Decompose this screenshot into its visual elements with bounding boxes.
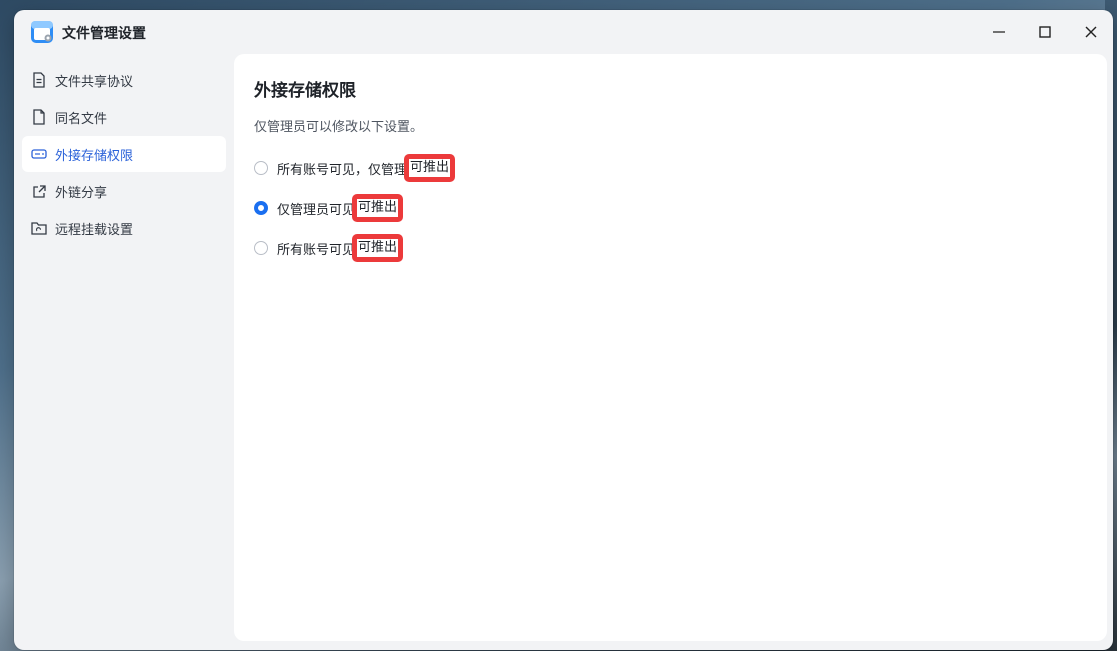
maximize-icon [1039,26,1051,38]
window-title: 文件管理设置 [62,26,146,42]
option-label: 所有账号可见 [277,242,356,258]
content-panel: 外接存储权限 仅管理员可以修改以下设置。 所有账号可见，仅管理 可推出 仅管理员… [234,54,1107,641]
radio-button-selected[interactable] [254,201,268,215]
close-button[interactable] [1076,18,1106,46]
maximize-button[interactable] [1030,18,1060,46]
folder-mount-icon [31,220,47,236]
sidebar-item-label: 文件共享协议 [55,74,134,90]
sidebar-item-external-storage[interactable]: 外接存储权限 [22,136,226,172]
drive-icon [31,146,47,162]
sidebar-item-remote-mount[interactable]: 远程挂载设置 [22,210,226,246]
sidebar: 文件共享协议 同名文件 外接存储权限 外链分享 远程挂载设置 [22,62,226,247]
minimize-button[interactable] [984,18,1014,46]
highlight-eject-label: 可推出 [352,194,404,222]
sidebar-item-file-sharing-protocol[interactable]: 文件共享协议 [22,62,226,98]
option-all-accounts[interactable]: 所有账号可见 可推出 [254,234,404,262]
sidebar-item-label: 同名文件 [55,111,108,127]
highlight-eject-label: 可推出 [404,154,456,182]
radio-button[interactable] [254,241,268,255]
title-bar: 文件管理设置 [14,10,1113,54]
sidebar-item-label: 外接存储权限 [55,148,134,164]
file-icon [31,109,47,125]
settings-window: 文件管理设置 文件共享协议 同名文件 外接存储权限 外链分享 远程挂载设置 外接… [14,10,1113,650]
highlight-eject-label: 可推出 [352,234,404,262]
document-icon [31,72,47,88]
sidebar-item-label: 外链分享 [55,185,108,201]
option-label: 仅管理员可见 [277,202,356,218]
radio-button[interactable] [254,161,268,175]
share-icon [31,183,47,199]
minimize-icon [993,31,1005,33]
page-title: 外接存储权限 [254,81,356,101]
file-manager-app-icon [30,20,54,44]
sidebar-item-external-link-share[interactable]: 外链分享 [22,173,226,209]
option-all-accounts-admin-eject[interactable]: 所有账号可见，仅管理 可推出 [254,154,456,182]
admin-only-note: 仅管理员可以修改以下设置。 [254,120,424,135]
close-icon [1085,26,1097,38]
sidebar-item-same-name-files[interactable]: 同名文件 [22,99,226,135]
sidebar-item-label: 远程挂载设置 [55,222,134,238]
option-admin-only[interactable]: 仅管理员可见 可推出 [254,194,404,222]
option-label: 所有账号可见，仅管理 [277,162,408,178]
